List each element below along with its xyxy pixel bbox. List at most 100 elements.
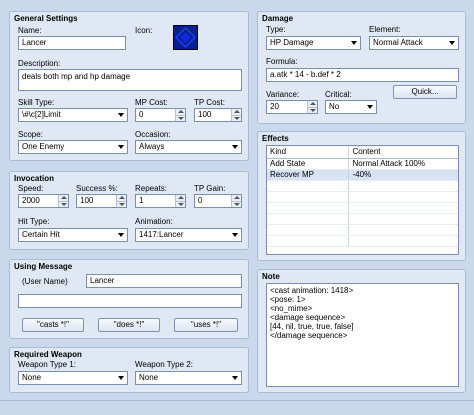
skill-type-select[interactable]: \#\c[2]Limit (18, 108, 128, 122)
using-message-title: Using Message (14, 262, 73, 271)
table-row[interactable]: Add State Normal Attack 100% (267, 158, 458, 170)
general-settings-title: General Settings (14, 14, 78, 23)
tp-gain-stepper[interactable]: 0 (194, 194, 242, 208)
critical-value: No (329, 102, 340, 111)
spin-down-icon[interactable] (231, 201, 241, 207)
tp-gain-value: 0 (198, 196, 203, 205)
chevron-down-icon (118, 145, 124, 149)
formula-input[interactable]: a.atk * 14 - b.def * 2 (266, 68, 459, 82)
chevron-down-icon (118, 376, 124, 380)
table-row[interactable] (267, 180, 458, 192)
chevron-down-icon (232, 145, 238, 149)
mp-cost-label: MP Cost: (135, 98, 168, 107)
animation-label: Animation: (135, 217, 173, 226)
spin-down-icon[interactable] (58, 201, 68, 207)
weapon-type2-select[interactable]: None (135, 371, 242, 385)
chevron-down-icon (118, 113, 124, 117)
description-input[interactable]: deals both mp and hp damage (18, 69, 242, 91)
damage-type-label: Type: (266, 25, 286, 34)
effect-kind: Recover MP (267, 169, 348, 181)
effect-kind: Add State (267, 158, 348, 170)
success-value: 100 (80, 196, 94, 205)
user-name-label: (User Name) (22, 277, 68, 286)
variance-stepper[interactable]: 20 (266, 100, 318, 114)
chevron-down-icon (232, 233, 238, 237)
skill-type-label: Skill Type: (18, 98, 55, 107)
table-row[interactable] (267, 191, 458, 203)
damage-type-value: HP Damage (270, 38, 314, 47)
repeats-stepper[interactable]: 1 (135, 194, 186, 208)
message-line1-input[interactable]: Lancer (86, 274, 242, 288)
col-content-header[interactable]: Content (347, 146, 458, 159)
chevron-down-icon (351, 41, 357, 45)
damage-title: Damage (262, 14, 294, 23)
damage-group: Damage Type: HP Damage Element: Normal A… (257, 11, 466, 124)
casts-button[interactable]: "casts *!" (22, 318, 84, 332)
chevron-down-icon (367, 105, 373, 109)
damage-type-select[interactable]: HP Damage (266, 36, 361, 50)
speed-value: 2000 (22, 196, 40, 205)
hit-type-value: Certain Hit (22, 230, 60, 239)
animation-value: 1417:Lancer (139, 230, 184, 239)
element-select[interactable]: Normal Attack (369, 36, 459, 50)
effects-table: Kind Content Add State Normal Attack 100… (267, 146, 458, 247)
table-row[interactable] (267, 235, 458, 247)
tp-gain-label: TP Gain: (194, 184, 226, 193)
chevron-down-icon (232, 376, 238, 380)
skill-type-value: \#\c[2]Limit (22, 110, 61, 119)
effect-content: -40% (347, 169, 458, 181)
occasion-value: Always (139, 142, 165, 151)
does-button[interactable]: "does *!" (98, 318, 160, 332)
spin-down-icon[interactable] (307, 107, 317, 113)
speed-stepper[interactable]: 2000 (18, 194, 69, 208)
quick-button[interactable]: Quick... (393, 85, 457, 99)
weapon-type1-select[interactable]: None (18, 371, 128, 385)
tp-cost-label: TP Cost: (194, 98, 225, 107)
hit-type-label: Hit Type: (18, 217, 50, 226)
success-stepper[interactable]: 100 (76, 194, 127, 208)
weapon-type1-value: None (22, 373, 42, 382)
spin-down-icon[interactable] (231, 115, 241, 121)
formula-label: Formula: (266, 57, 298, 66)
skill-icon[interactable] (173, 25, 198, 50)
table-row[interactable]: Recover MP -40% (267, 169, 458, 181)
scope-value: One Enemy (22, 142, 65, 151)
speed-label: Speed: (18, 184, 44, 193)
required-weapon-group: Required Weapon Weapon Type 1: None Weap… (9, 347, 249, 393)
note-title: Note (262, 272, 280, 281)
hit-type-select[interactable]: Certain Hit (18, 228, 128, 242)
table-row[interactable] (267, 224, 458, 236)
effects-title: Effects (262, 134, 289, 143)
animation-select[interactable]: 1417:Lancer (135, 228, 242, 242)
name-input[interactable]: Lancer (18, 36, 126, 50)
note-textarea[interactable]: <cast animation: 1418> <pose: 1> <no_mim… (266, 283, 459, 387)
mp-cost-stepper[interactable]: 0 (135, 108, 186, 122)
variance-value: 20 (270, 102, 279, 111)
variance-label: Variance: (266, 90, 300, 99)
element-label: Element: (369, 25, 401, 34)
weapon-type1-label: Weapon Type 1: (18, 360, 76, 369)
message-line2-input[interactable] (18, 294, 242, 308)
diamond-icon (174, 26, 197, 49)
occasion-select[interactable]: Always (135, 140, 242, 154)
table-row[interactable] (267, 202, 458, 214)
scope-select[interactable]: One Enemy (18, 140, 128, 154)
effects-header-row: Kind Content (267, 146, 458, 159)
invocation-group: Invocation Speed: 2000 Success %: 100 Re… (9, 171, 249, 250)
critical-select[interactable]: No (325, 100, 377, 114)
spin-down-icon[interactable] (175, 201, 185, 207)
success-label: Success %: (76, 184, 118, 193)
table-row[interactable] (267, 213, 458, 225)
weapon-type2-value: None (139, 373, 159, 382)
tp-cost-stepper[interactable]: 100 (194, 108, 242, 122)
col-kind-header[interactable]: Kind (267, 146, 348, 159)
uses-button[interactable]: "uses *!" (174, 318, 238, 332)
icon-label: Icon: (135, 26, 153, 35)
spin-down-icon[interactable] (116, 201, 126, 207)
name-label: Name: (18, 26, 42, 35)
invocation-title: Invocation (14, 174, 55, 183)
using-message-group: Using Message (User Name) Lancer "casts … (9, 259, 249, 339)
repeats-label: Repeats: (135, 184, 168, 193)
spin-down-icon[interactable] (175, 115, 185, 121)
mp-cost-value: 0 (139, 110, 144, 119)
